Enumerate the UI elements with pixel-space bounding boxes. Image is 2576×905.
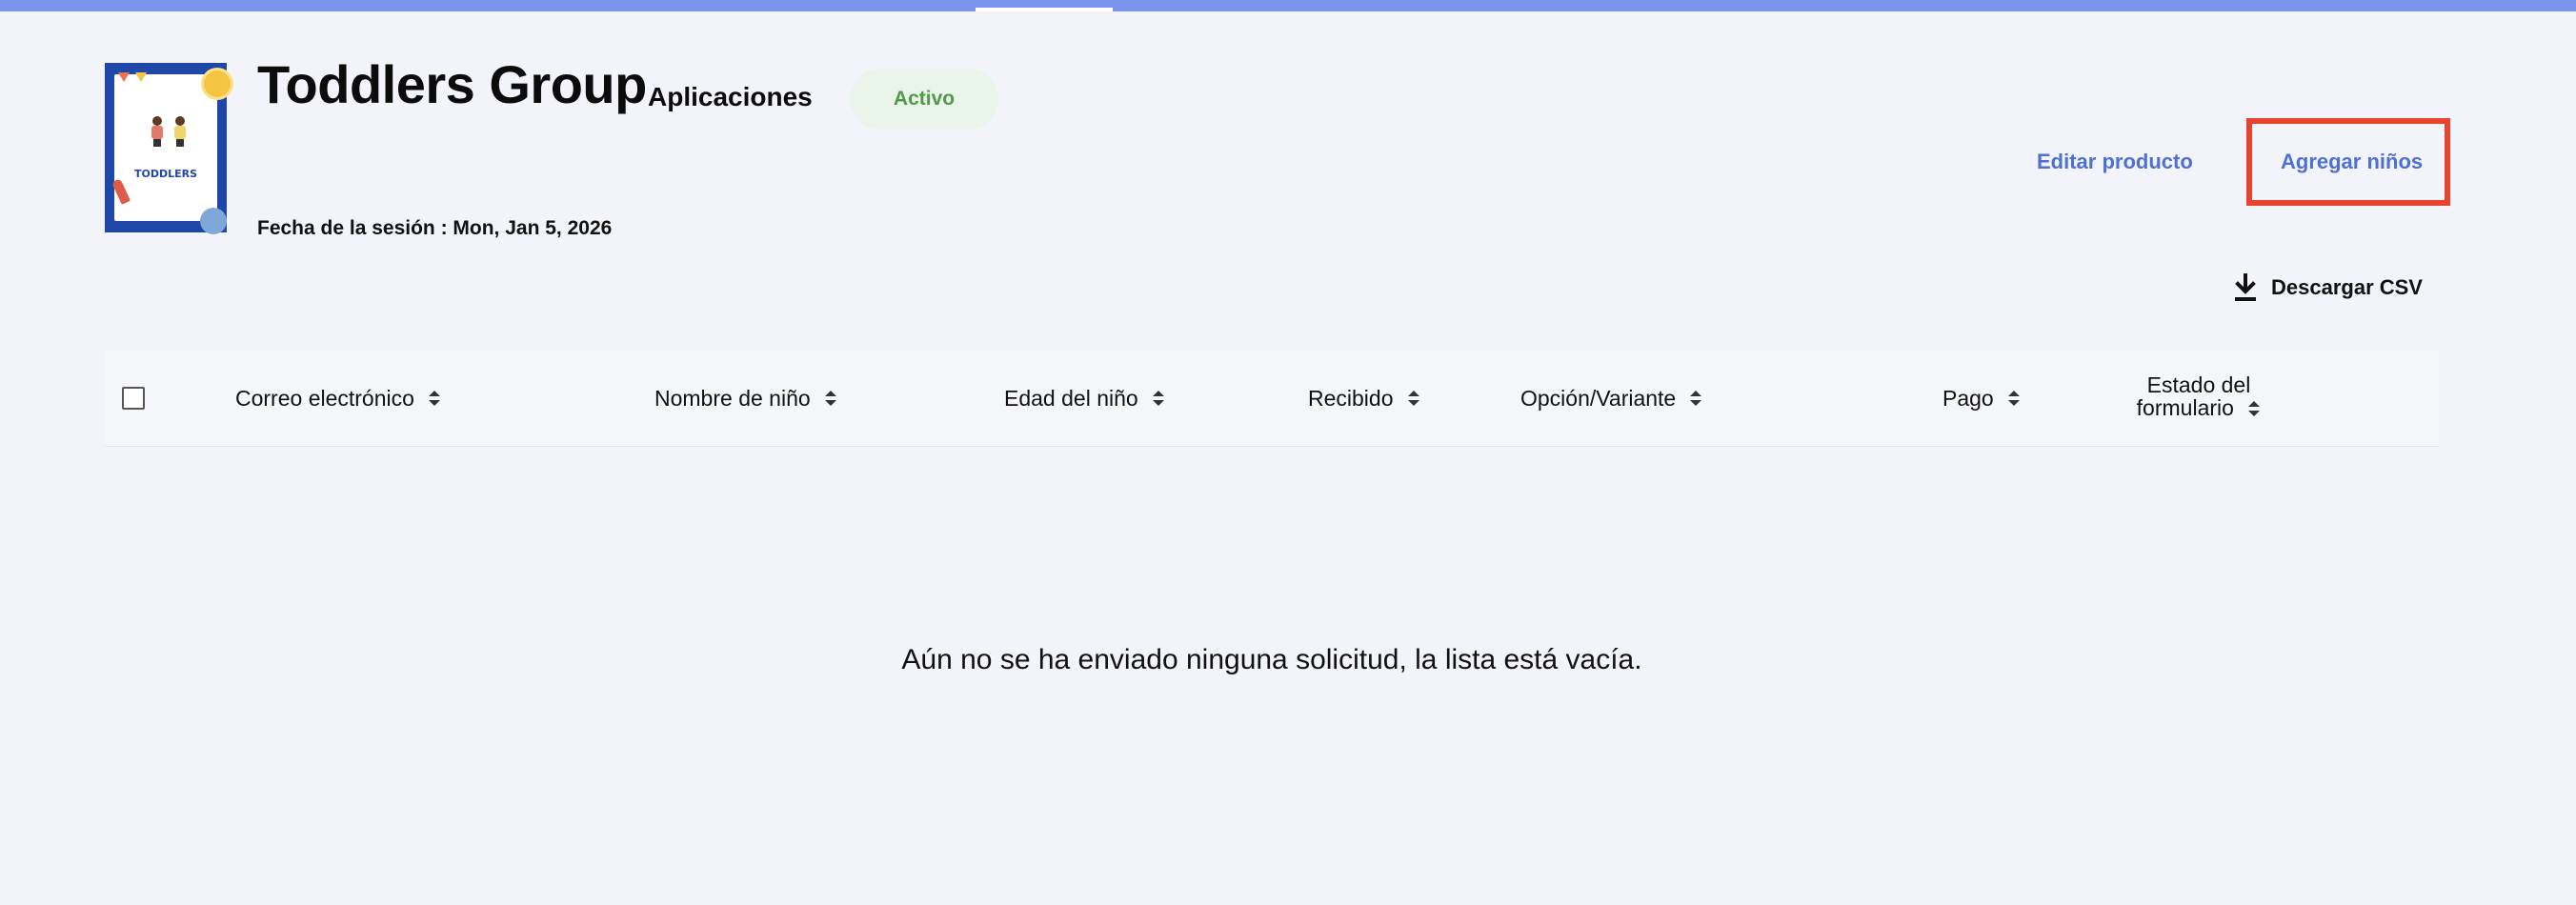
sort-icon <box>1152 391 1164 406</box>
sort-icon <box>824 391 836 406</box>
table-header: Correo electrónico Nombre de niño Edad d… <box>105 351 2439 447</box>
bunting-icon <box>118 72 130 82</box>
column-label: Edad del niño <box>1004 385 1138 411</box>
edit-product-button[interactable]: Editar producto <box>2037 143 2193 181</box>
sort-icon <box>1690 391 1702 406</box>
column-label: Nombre de niño <box>654 385 811 411</box>
download-csv-button[interactable]: Descargar CSV <box>2233 269 2423 307</box>
select-all-checkbox[interactable] <box>122 387 145 410</box>
column-label: Pago <box>1942 385 1994 411</box>
column-header-form-status[interactable]: Estado del formulario <box>2123 373 2275 427</box>
page-title: Toddlers Group <box>257 54 647 114</box>
column-label: Correo electrónico <box>235 385 414 411</box>
planet-icon <box>200 208 227 234</box>
column-header-received[interactable]: Recibido <box>1308 351 1420 446</box>
download-csv-label: Descargar CSV <box>2271 275 2423 299</box>
session-date: Fecha de la sesión : Mon, Jan 5, 2026 <box>257 217 613 239</box>
top-progress-bar <box>0 0 2576 11</box>
column-header-child-name[interactable]: Nombre de niño <box>654 351 837 446</box>
sun-icon <box>204 70 231 97</box>
column-header-child-age[interactable]: Edad del niño <box>1004 351 1165 446</box>
column-header-payment[interactable]: Pago <box>1942 351 2021 446</box>
top-bar-indicator <box>976 8 1113 11</box>
thumbnail-card: TODDLERS <box>111 70 231 234</box>
column-label-second-line: formulario <box>2123 396 2275 419</box>
column-label: Opción/Variante <box>1520 385 1677 411</box>
download-icon <box>2235 273 2256 301</box>
sort-icon <box>1407 391 1419 406</box>
sort-icon <box>2007 391 2020 406</box>
status-badge: Activo <box>850 69 998 130</box>
thumbnail-label: TODDLERS <box>133 168 198 180</box>
column-label: Estado del <box>2146 372 2251 397</box>
rocket-icon <box>111 178 131 205</box>
sort-icon <box>428 391 440 406</box>
empty-state-message: Aún no se ha enviado ninguna solicitud, … <box>901 644 1642 675</box>
column-header-option-variant[interactable]: Opción/Variante <box>1520 351 1702 446</box>
sort-icon <box>2248 401 2261 416</box>
column-header-email[interactable]: Correo electrónico <box>235 351 441 446</box>
page-subtitle: Aplicaciones <box>648 82 813 111</box>
child-figure-icon <box>151 116 164 147</box>
bunting-icon <box>135 72 147 82</box>
column-label: Recibido <box>1308 385 1394 411</box>
product-thumbnail: TODDLERS <box>105 63 231 234</box>
child-figure-icon <box>173 116 187 147</box>
add-children-button[interactable]: Agregar niños <box>2281 143 2423 181</box>
